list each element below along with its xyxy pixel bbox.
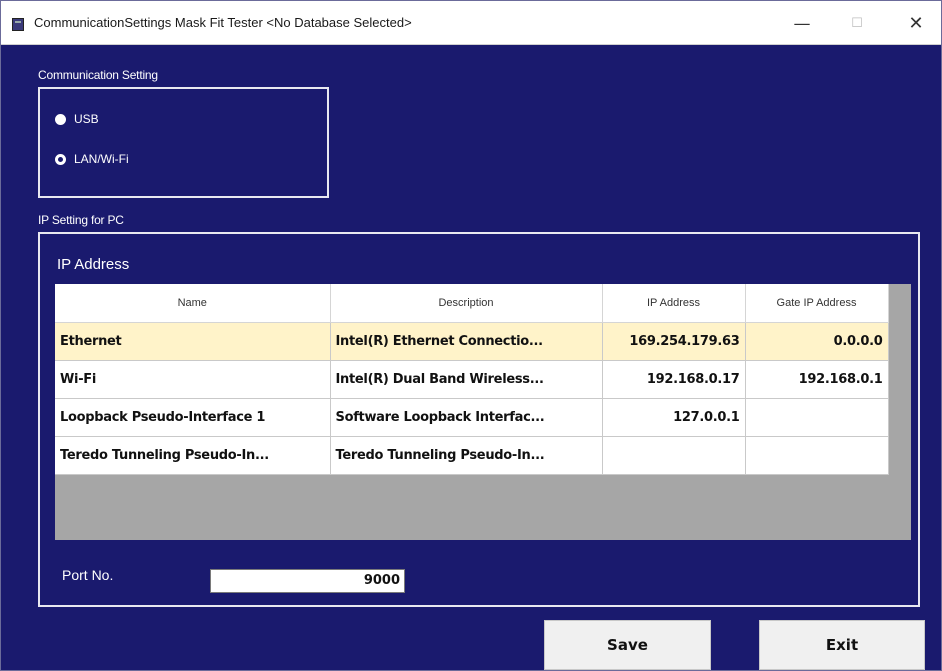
cell-name[interactable]: Ethernet [55,322,331,361]
minimize-button[interactable]: — [782,9,822,39]
title-bar[interactable]: CommunicationSettings Mask Fit Tester <N… [1,1,941,45]
table-header-row: Name Description IP Address Gate IP Addr… [55,284,889,323]
radio-lan-wifi-indicator[interactable] [55,153,66,165]
cell-gate-ip-address[interactable] [745,398,889,437]
exit-button[interactable]: Exit [759,620,925,670]
radio-lan-wifi-label[interactable]: LAN/Wi-Fi [74,152,129,166]
communication-setting-label: Communication Setting [38,68,158,82]
table-row[interactable]: Ethernet Intel(R) Ethernet Connectio... … [55,322,889,361]
cell-gate-ip-address[interactable]: 192.168.0.1 [745,360,889,399]
column-header-ip-address[interactable]: IP Address [602,284,746,323]
column-header-gate-ip-address[interactable]: Gate IP Address [745,284,889,323]
window-title: CommunicationSettings Mask Fit Tester <N… [34,15,412,30]
ip-setting-group: IP Address Name Description IP Address G… [38,232,920,607]
radio-lan-wifi[interactable]: LAN/Wi-Fi [55,150,129,168]
cell-gate-ip-address[interactable] [745,436,889,475]
cell-gate-ip-address[interactable]: 0.0.0.0 [745,322,889,361]
save-button[interactable]: Save [544,620,711,670]
table-row[interactable]: Wi-Fi Intel(R) Dual Band Wireless... 192… [55,360,889,399]
cell-name[interactable]: Loopback Pseudo-Interface 1 [55,398,331,437]
ip-setting-label: IP Setting for PC [38,213,124,227]
cell-description[interactable]: Software Loopback Interfac... [330,398,603,437]
network-adapter-table: Name Description IP Address Gate IP Addr… [55,284,889,475]
communication-setting-group: USB LAN/Wi-Fi [38,87,329,198]
port-number-label: Port No. [62,567,114,583]
table-row[interactable]: Loopback Pseudo-Interface 1 Software Loo… [55,398,889,437]
main-window: CommunicationSettings Mask Fit Tester <N… [0,0,942,671]
column-header-description[interactable]: Description [330,284,603,323]
network-adapter-grid[interactable]: Name Description IP Address Gate IP Addr… [55,284,911,540]
cell-description[interactable]: Intel(R) Dual Band Wireless... [330,360,603,399]
cell-description[interactable]: Intel(R) Ethernet Connectio... [330,322,603,361]
app-icon [12,18,24,31]
radio-usb[interactable]: USB [55,110,99,128]
cell-ip-address[interactable]: 192.168.0.17 [602,360,746,399]
ip-address-title: IP Address [57,256,130,273]
cell-ip-address[interactable]: 127.0.0.1 [602,398,746,437]
cell-ip-address[interactable]: 169.254.179.63 [602,322,746,361]
column-header-name[interactable]: Name [55,284,331,323]
cell-ip-address[interactable] [602,436,746,475]
table-row[interactable]: Teredo Tunneling Pseudo-In... Teredo Tun… [55,436,889,475]
radio-usb-indicator[interactable] [55,113,66,125]
close-button[interactable]: ✕ [896,9,936,39]
cell-description[interactable]: Teredo Tunneling Pseudo-In... [330,436,603,475]
cell-name[interactable]: Teredo Tunneling Pseudo-In... [55,436,331,475]
maximize-button[interactable]: ☐ [837,9,877,39]
port-number-input[interactable]: 9000 [210,569,405,593]
radio-usb-label[interactable]: USB [74,112,99,126]
cell-name[interactable]: Wi-Fi [55,360,331,399]
